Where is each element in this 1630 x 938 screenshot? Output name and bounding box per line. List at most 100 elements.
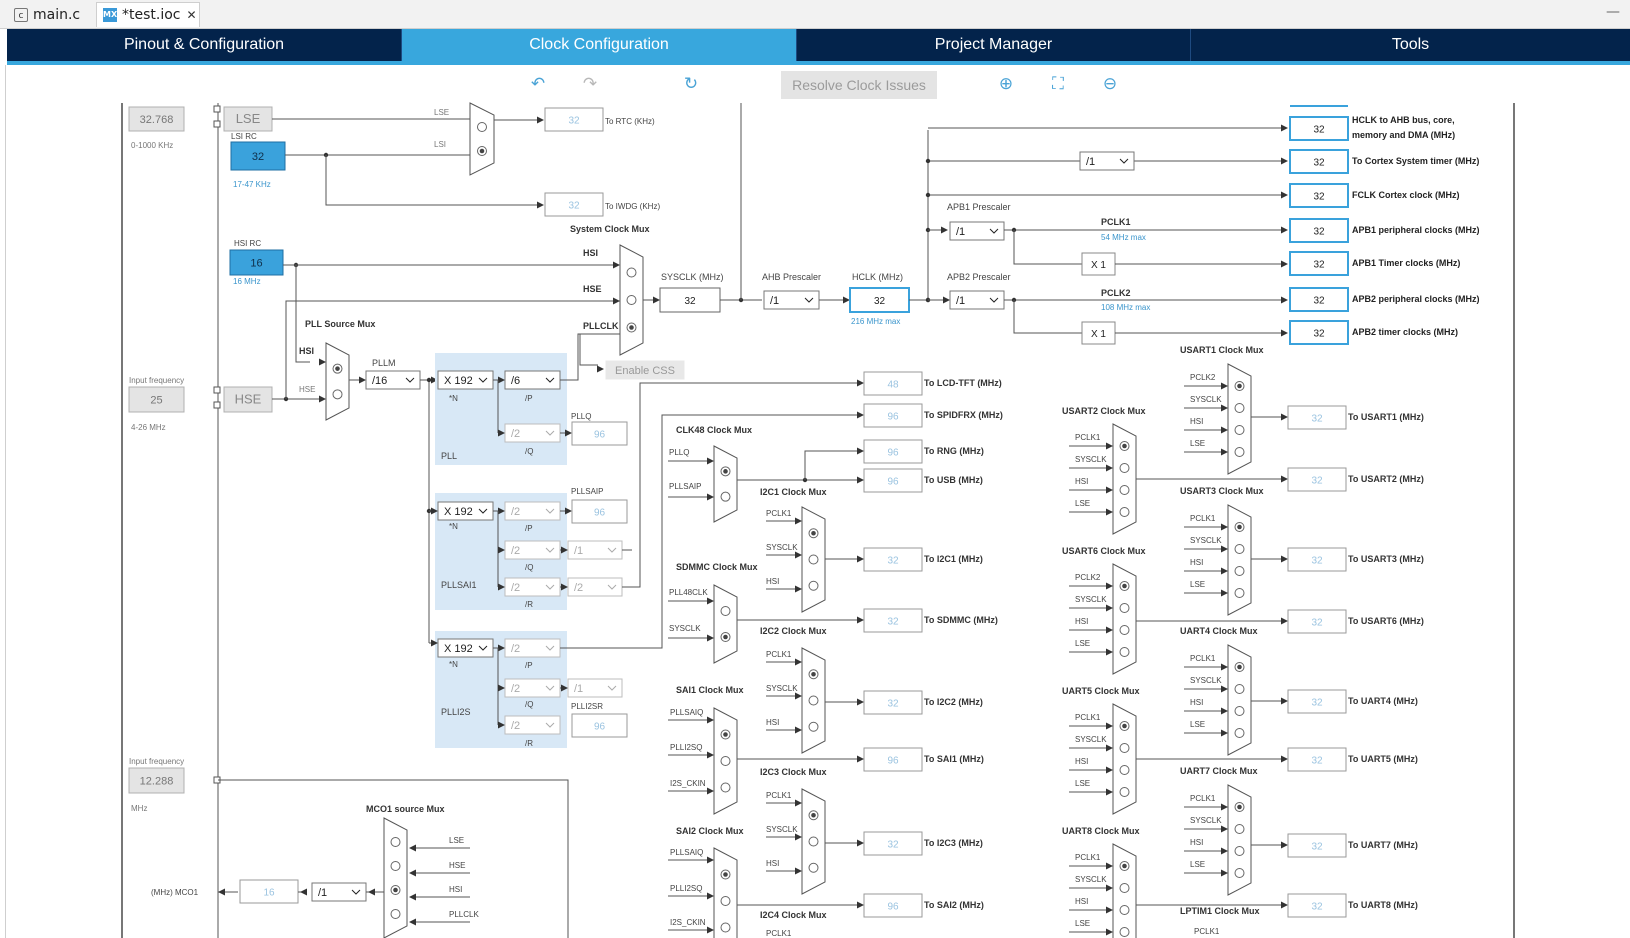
- clk48-in-label: PLLQ: [669, 448, 689, 457]
- pclk2-label: PCLK2: [1101, 288, 1131, 298]
- radio-button[interactable]: [808, 580, 819, 591]
- mco1-mux-title: MCO1 source Mux: [366, 804, 445, 814]
- uart-output-field-3-text: 32: [1311, 618, 1323, 629]
- radio-button[interactable]: [1119, 625, 1130, 635]
- i2c4-clock-mux: [802, 930, 825, 938]
- radio-button[interactable]: [1234, 846, 1245, 856]
- radio-button[interactable]: [1234, 706, 1245, 716]
- radio-button[interactable]: [1234, 403, 1245, 413]
- radio-button[interactable]: [390, 861, 401, 871]
- radio-button[interactable]: [1234, 728, 1245, 738]
- radio-button[interactable]: [808, 862, 819, 873]
- uart-left-mux-2-in-label: HSI: [1075, 757, 1088, 766]
- radio-button[interactable]: [1234, 824, 1245, 834]
- radio-button[interactable]: [1119, 883, 1130, 893]
- radio-button[interactable]: [720, 491, 731, 502]
- radio-button[interactable]: [390, 909, 401, 919]
- plli2s-name: PLLI2S: [441, 707, 471, 717]
- radio-button[interactable]: [626, 295, 637, 305]
- peripheral-output-label-5: To SDMMC (MHz): [924, 615, 998, 625]
- radio-selected: [393, 887, 398, 893]
- pll-q-select-text: /2: [511, 428, 520, 440]
- arrow: [795, 585, 802, 593]
- radio-button[interactable]: [1119, 647, 1130, 657]
- arrow: [1106, 766, 1113, 774]
- radio-button[interactable]: [477, 122, 487, 132]
- mco1-source-mux: [383, 817, 408, 938]
- radio-button[interactable]: [1119, 603, 1130, 613]
- arrow: [368, 888, 375, 896]
- arrow: [1281, 841, 1288, 849]
- radio-button[interactable]: [1234, 684, 1245, 694]
- radio-button[interactable]: [1234, 544, 1245, 554]
- node-square: [213, 120, 221, 128]
- radio-button[interactable]: [1119, 765, 1130, 775]
- arrow: [1221, 847, 1228, 855]
- radio-button[interactable]: [1119, 787, 1130, 797]
- radio-button[interactable]: [1119, 507, 1130, 517]
- radio-button[interactable]: [720, 922, 731, 933]
- peripheral-output-label-4: To I2C1 (MHz): [924, 554, 983, 564]
- pll-block: [435, 353, 567, 465]
- system-clock-mux-title: System Clock Mux: [570, 224, 650, 234]
- sdmmc-in-label: PLL48CLK: [669, 588, 708, 597]
- radio-button[interactable]: [1119, 743, 1130, 753]
- radio-selected: [1237, 524, 1242, 530]
- radio-button[interactable]: [808, 836, 819, 847]
- lse-range: 0-1000 KHz: [131, 141, 173, 150]
- uart-right-mux-2: [1227, 644, 1252, 756]
- radio-button[interactable]: [1234, 868, 1245, 878]
- arrow: [1281, 617, 1288, 625]
- i2c3-in-label: SYSCLK: [766, 825, 798, 834]
- i2c2-in-label: SYSCLK: [766, 684, 798, 693]
- i2s-ckin-field-text: 12.288: [140, 776, 174, 788]
- uart-left-mux-1-in-label: PCLK2: [1075, 573, 1101, 582]
- radio-button[interactable]: [1119, 927, 1130, 937]
- radio-selected: [479, 148, 485, 154]
- uart-left-mux-0-in-label: PCLK1: [1075, 433, 1101, 442]
- radio-button[interactable]: [1119, 905, 1130, 915]
- arrow: [857, 616, 864, 624]
- arrow: [1281, 555, 1288, 563]
- radio-button[interactable]: [720, 606, 731, 616]
- radio-button[interactable]: [1119, 485, 1130, 495]
- pllm-label: PLLM: [372, 358, 396, 368]
- radio-button[interactable]: [1234, 566, 1245, 576]
- uart-left-mux-2-in-label: SYSCLK: [1075, 735, 1107, 744]
- mco1-in-label: PLLCLK: [449, 910, 479, 919]
- arrow: [795, 551, 802, 559]
- radio-button[interactable]: [1234, 425, 1245, 435]
- radio-button[interactable]: [390, 837, 401, 847]
- arrow: [1106, 928, 1113, 936]
- radio-button[interactable]: [626, 267, 637, 278]
- uart-right-mux-3: [1227, 784, 1252, 896]
- arrow: [409, 918, 416, 926]
- ahb-prescaler-select-text: /1: [770, 295, 779, 307]
- arrow: [565, 429, 572, 437]
- radio-button[interactable]: [1234, 588, 1245, 598]
- radio-button[interactable]: [808, 554, 819, 565]
- arrow: [707, 926, 714, 934]
- arrow: [1281, 296, 1288, 304]
- radio-button[interactable]: [720, 782, 731, 793]
- radio-button[interactable]: [808, 721, 819, 732]
- iwdg-output-label: To IWDG (KHz): [605, 202, 660, 211]
- uart-right-mux-2-in-label: LSE: [1190, 720, 1205, 729]
- arrow: [795, 692, 802, 700]
- radio-button[interactable]: [720, 756, 731, 766]
- peripheral-output-label-2: To RNG (MHz): [924, 446, 984, 456]
- arrow: [857, 698, 864, 706]
- radio-button[interactable]: [1119, 463, 1130, 473]
- uart-left-mux-1-in-label: LSE: [1075, 639, 1090, 648]
- pllsai-n-select-text: X 192: [444, 506, 473, 518]
- radio-button[interactable]: [720, 896, 731, 906]
- arrow: [707, 856, 714, 864]
- radio-button[interactable]: [332, 389, 343, 400]
- arrow: [1106, 722, 1113, 730]
- radio-button[interactable]: [808, 695, 819, 706]
- mco1-label: (MHz) MCO1: [151, 888, 199, 897]
- arrow: [1281, 157, 1288, 165]
- uart-left-mux-0-title: USART2 Clock Mux: [1062, 406, 1146, 416]
- radio-button[interactable]: [1234, 447, 1245, 457]
- pll-source-hse-label: HSE: [299, 385, 315, 394]
